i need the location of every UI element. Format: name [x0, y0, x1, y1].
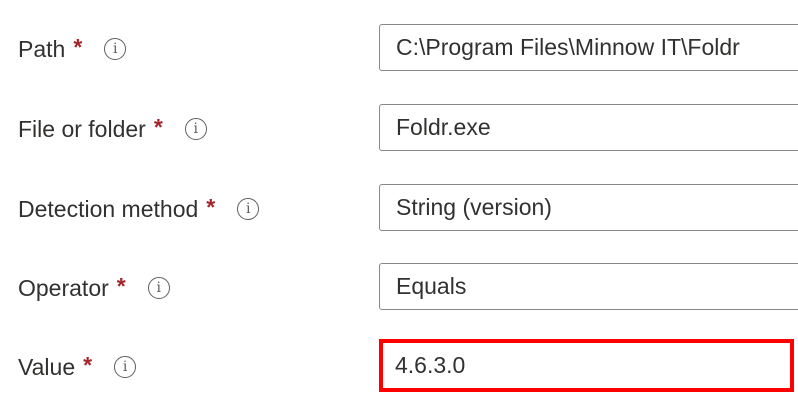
file-or-folder-input[interactable]: Foldr.exe — [379, 104, 798, 151]
detection-method-dropdown[interactable]: String (version) — [379, 184, 798, 231]
path-label: Path — [18, 35, 66, 62]
required-asterisk: * — [73, 33, 83, 60]
required-asterisk: * — [153, 113, 163, 140]
file-or-folder-label-group: File or folder * i — [18, 99, 207, 159]
detection-rule-form: Path * i C:\Program Files\Minnow IT\Fold… — [0, 0, 798, 406]
path-label-group: Path * i — [18, 19, 127, 79]
info-icon[interactable]: i — [114, 356, 137, 378]
info-icon[interactable]: i — [104, 38, 127, 60]
required-asterisk: * — [83, 351, 93, 378]
value-input[interactable]: 4.6.3.0 — [379, 339, 794, 392]
info-icon[interactable]: i — [237, 198, 260, 220]
info-icon[interactable]: i — [147, 277, 170, 299]
file-or-folder-label: File or folder — [18, 115, 146, 142]
value-label-group: Value * i — [18, 337, 137, 397]
required-asterisk: * — [206, 193, 216, 220]
required-asterisk: * — [116, 272, 126, 299]
operator-label-group: Operator * i — [18, 258, 170, 318]
detection-method-label: Detection method — [18, 195, 199, 222]
detection-method-label-group: Detection method * i — [18, 179, 260, 239]
info-icon[interactable]: i — [184, 118, 207, 140]
value-label: Value — [18, 353, 76, 380]
operator-dropdown[interactable]: Equals — [379, 263, 798, 310]
operator-label: Operator — [18, 274, 109, 301]
path-input[interactable]: C:\Program Files\Minnow IT\Foldr — [379, 24, 798, 71]
